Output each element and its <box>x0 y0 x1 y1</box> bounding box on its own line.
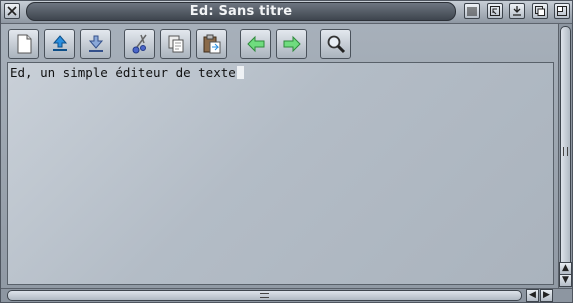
arrow-up-icon: ▲ <box>562 263 569 273</box>
close-button[interactable] <box>4 3 20 19</box>
save-button[interactable] <box>80 29 111 59</box>
cut-button[interactable] <box>124 29 155 59</box>
undo-arrow-icon <box>246 35 264 53</box>
arrow-right-icon: ▶ <box>543 290 550 300</box>
arrow-left-icon: ◀ <box>529 290 536 300</box>
zoom-button[interactable] <box>554 3 570 19</box>
depth-button[interactable] <box>532 3 548 19</box>
scroll-left-button[interactable]: ◀ <box>526 289 539 302</box>
text-editor-area[interactable]: Ed, un simple éditeur de texte <box>7 62 554 285</box>
copy-button[interactable] <box>160 29 191 59</box>
vertical-scroll-thumb[interactable] <box>560 26 571 277</box>
jump-button[interactable] <box>487 3 503 19</box>
grip-icon <box>260 293 269 298</box>
title-capsule: Ed: Sans titre <box>26 2 456 21</box>
horizontal-scrollbar[interactable]: ◀ ▶ <box>1 288 572 302</box>
search-icon <box>327 35 345 54</box>
depth-icon <box>535 6 545 16</box>
open-button[interactable] <box>44 29 75 59</box>
snapshot-button[interactable] <box>509 3 525 19</box>
redo-button[interactable] <box>276 29 307 59</box>
editor-text-content: Ed, un simple éditeur de texte <box>10 65 236 80</box>
text-cursor <box>236 66 244 79</box>
close-icon <box>7 6 17 16</box>
snapshot-icon <box>513 6 521 16</box>
search-button[interactable] <box>320 29 351 59</box>
redo-arrow-icon <box>283 35 301 53</box>
editor-text[interactable]: Ed, un simple éditeur de texte <box>10 65 244 80</box>
copy-icon <box>168 35 183 53</box>
paste-button[interactable] <box>196 29 227 59</box>
horizontal-scroll-thumb[interactable] <box>7 290 522 301</box>
jump-icon <box>490 6 500 16</box>
iconify-icon <box>467 7 477 16</box>
zoom-icon <box>557 6 567 16</box>
new-button[interactable] <box>8 29 39 59</box>
toolbar <box>5 29 555 61</box>
scroll-down-button[interactable]: ▼ <box>559 274 572 287</box>
scroll-right-button[interactable]: ▶ <box>540 289 553 302</box>
cut-icon <box>132 34 147 54</box>
title-bar[interactable]: Ed: Sans titre <box>1 1 572 24</box>
grip-icon <box>563 147 568 156</box>
new-document-icon <box>17 34 31 54</box>
iconify-button[interactable] <box>464 3 480 19</box>
paste-icon <box>203 34 220 54</box>
save-file-icon <box>88 35 103 52</box>
open-file-icon <box>52 35 67 51</box>
editor-window: Ed: Sans titre Ed, un simple éditeur de … <box>0 0 573 303</box>
arrow-down-icon: ▼ <box>562 275 569 285</box>
undo-button[interactable] <box>240 29 271 59</box>
vertical-scrollbar[interactable]: ▲ ▼ <box>558 24 572 288</box>
window-title: Ed: Sans titre <box>189 4 293 19</box>
